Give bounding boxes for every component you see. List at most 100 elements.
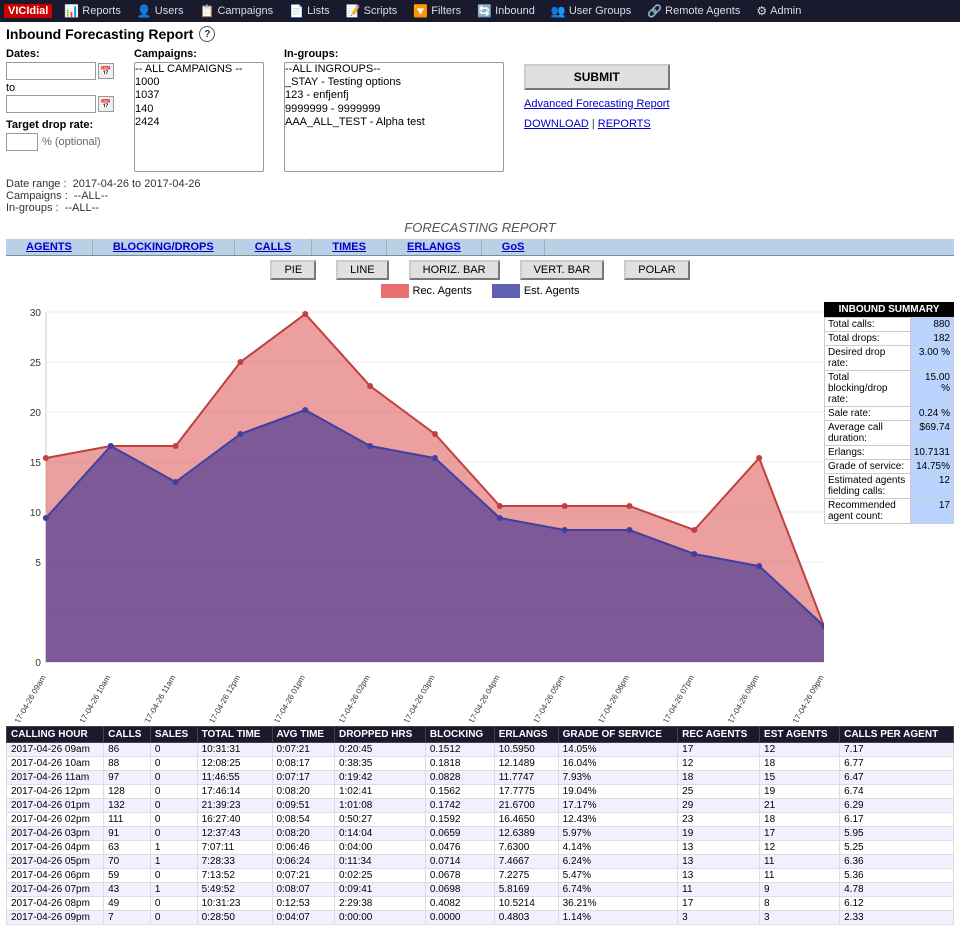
date-to-input[interactable]: 2017-04-26: [6, 95, 96, 113]
table-cell: 19.04%: [558, 785, 678, 799]
all-campaigns-option[interactable]: -- ALL CAMPAIGNS --: [135, 63, 263, 76]
advanced-report-link[interactable]: Advanced Forecasting Report: [524, 98, 670, 110]
users-icon: 👤: [137, 4, 152, 18]
table-cell: 0:08:20: [272, 827, 334, 841]
download-link[interactable]: DOWNLOAD: [524, 118, 589, 130]
all-ingroups-option[interactable]: --ALL INGROUPS--: [285, 63, 503, 76]
date-from-input[interactable]: 2017-04-26: [6, 62, 96, 80]
table-cell: 6.74%: [558, 883, 678, 897]
help-icon[interactable]: ?: [199, 26, 215, 42]
table-cell: 70: [104, 855, 151, 869]
tab-calls[interactable]: CALLS: [235, 239, 313, 255]
table-cell: 0:06:46: [272, 841, 334, 855]
nav-scripts[interactable]: 📝Scripts: [338, 4, 406, 18]
ingroup-aaa-option[interactable]: AAA_ALL_TEST - Alpha test: [285, 116, 503, 129]
nav-campaigns[interactable]: 📋Campaigns: [192, 4, 282, 18]
est-point-1: [108, 443, 114, 449]
table-row: 2017-04-26 04pm6317:07:110:06:460:04:000…: [7, 841, 954, 855]
summary-row: Estimated agents fielding calls: 12: [825, 474, 954, 499]
table-cell: 12: [760, 841, 840, 855]
table-cell: 7:07:11: [197, 841, 272, 855]
ingroup-stay-option[interactable]: _STAY - Testing options: [285, 76, 503, 89]
table-cell: 5.47%: [558, 869, 678, 883]
table-cell: 0.0659: [425, 827, 494, 841]
tab-agents[interactable]: AGENTS: [6, 239, 93, 255]
campaigns-group: Campaigns: -- ALL CAMPAIGNS -- 1000 1037…: [134, 48, 264, 172]
col-erlangs: ERLANGS: [494, 727, 558, 743]
nav-filters[interactable]: 🔽Filters: [405, 4, 469, 18]
nav-reports[interactable]: 📊Reports: [56, 4, 128, 18]
campaign-option-2424[interactable]: 2424: [135, 116, 263, 129]
table-cell: 5.25: [840, 841, 954, 855]
polar-button[interactable]: POLAR: [624, 260, 689, 280]
table-cell: 0.0476: [425, 841, 494, 855]
nav-user-groups[interactable]: 👥User Groups: [543, 4, 639, 18]
line-button[interactable]: LINE: [336, 260, 388, 280]
table-row: 2017-04-26 07pm4315:49:520:08:070:09:410…: [7, 883, 954, 897]
campaign-option-1000[interactable]: 1000: [135, 76, 263, 89]
table-cell: 0:50:27: [334, 813, 425, 827]
table-cell: 19: [760, 785, 840, 799]
legend-rec-agents: Rec. Agents: [381, 284, 472, 298]
ingroup-9999-option[interactable]: 9999999 - 9999999: [285, 103, 503, 116]
table-cell: 2:29:38: [334, 897, 425, 911]
target-rate-input[interactable]: 3: [6, 133, 38, 151]
download-reports-links: DOWNLOAD | REPORTS: [524, 118, 670, 130]
table-cell: 2017-04-26 08pm: [7, 897, 104, 911]
tab-gos[interactable]: GoS: [482, 239, 546, 255]
pie-button[interactable]: PIE: [270, 260, 316, 280]
submit-button[interactable]: SUBMIT: [524, 64, 670, 90]
table-cell: 97: [104, 771, 151, 785]
nav-inbound[interactable]: 🔄Inbound: [469, 4, 543, 18]
table-row: 2017-04-26 11am97011:46:550:07:170:19:42…: [7, 771, 954, 785]
campaign-option-140[interactable]: 140: [135, 103, 263, 116]
table-cell: 10.5214: [494, 897, 558, 911]
campaigns-select[interactable]: -- ALL CAMPAIGNS -- 1000 1037 140 2424: [134, 62, 264, 172]
inbound-summary: INBOUND SUMMARY Total calls: 880 Total d…: [824, 302, 954, 722]
tab-erlangs[interactable]: ERLANGS: [387, 239, 482, 255]
table-cell: 6.29: [840, 799, 954, 813]
summary-row: Sale rate: 0.24 %: [825, 407, 954, 421]
table-cell: 2017-04-26 02pm: [7, 813, 104, 827]
table-cell: 2017-04-26 06pm: [7, 869, 104, 883]
tab-times[interactable]: TIMES: [312, 239, 387, 255]
table-cell: 21: [760, 799, 840, 813]
nav-users[interactable]: 👤Users: [129, 4, 192, 18]
inbound-icon: 🔄: [477, 4, 492, 18]
est-point-5: [367, 443, 373, 449]
table-cell: 0: [150, 911, 197, 925]
col-total-time: TOTAL TIME: [197, 727, 272, 743]
date-from-calendar[interactable]: 📅: [98, 63, 114, 79]
est-point-11: [756, 563, 762, 569]
date-to-calendar[interactable]: 📅: [98, 96, 114, 112]
reports-link[interactable]: REPORTS: [598, 118, 651, 130]
nav-lists[interactable]: 📄Lists: [281, 4, 338, 18]
logo: VICIdial: [4, 4, 52, 18]
ingroups-select[interactable]: --ALL INGROUPS-- _STAY - Testing options…: [284, 62, 504, 172]
vert-bar-button[interactable]: VERT. BAR: [520, 260, 605, 280]
table-cell: 132: [104, 799, 151, 813]
table-row: 2017-04-26 03pm91012:37:430:08:200:14:04…: [7, 827, 954, 841]
table-cell: 111: [104, 813, 151, 827]
table-cell: 25: [678, 785, 760, 799]
table-cell: 17:46:14: [197, 785, 272, 799]
tab-blocking-drops[interactable]: BLOCKING/DROPS: [93, 239, 235, 255]
table-cell: 0: [150, 799, 197, 813]
table-cell: 2017-04-26 04pm: [7, 841, 104, 855]
campaign-option-1037[interactable]: 1037: [135, 89, 263, 102]
summary-label: Grade of service:: [825, 460, 911, 474]
nav-remote-agents[interactable]: 🔗Remote Agents: [639, 4, 748, 18]
horiz-bar-button[interactable]: HORIZ. BAR: [409, 260, 500, 280]
table-cell: 86: [104, 743, 151, 757]
summary-label: Total calls:: [825, 318, 911, 332]
table-row: 2017-04-26 09pm700:28:500:04:070:00:000.…: [7, 911, 954, 925]
table-cell: 0:08:07: [272, 883, 334, 897]
chart-area: 30 25 20 15 10 5 0: [6, 302, 824, 722]
table-cell: 0:07:17: [272, 771, 334, 785]
est-point-8: [562, 527, 568, 533]
ingroup-123-option[interactable]: 123 - enfjenfj: [285, 89, 503, 102]
col-calls: CALLS: [104, 727, 151, 743]
svg-text:2017-04-26 02pm: 2017-04-26 02pm: [333, 673, 372, 722]
nav-admin[interactable]: ⚙Admin: [748, 4, 809, 18]
summary-value: 12: [910, 474, 953, 499]
